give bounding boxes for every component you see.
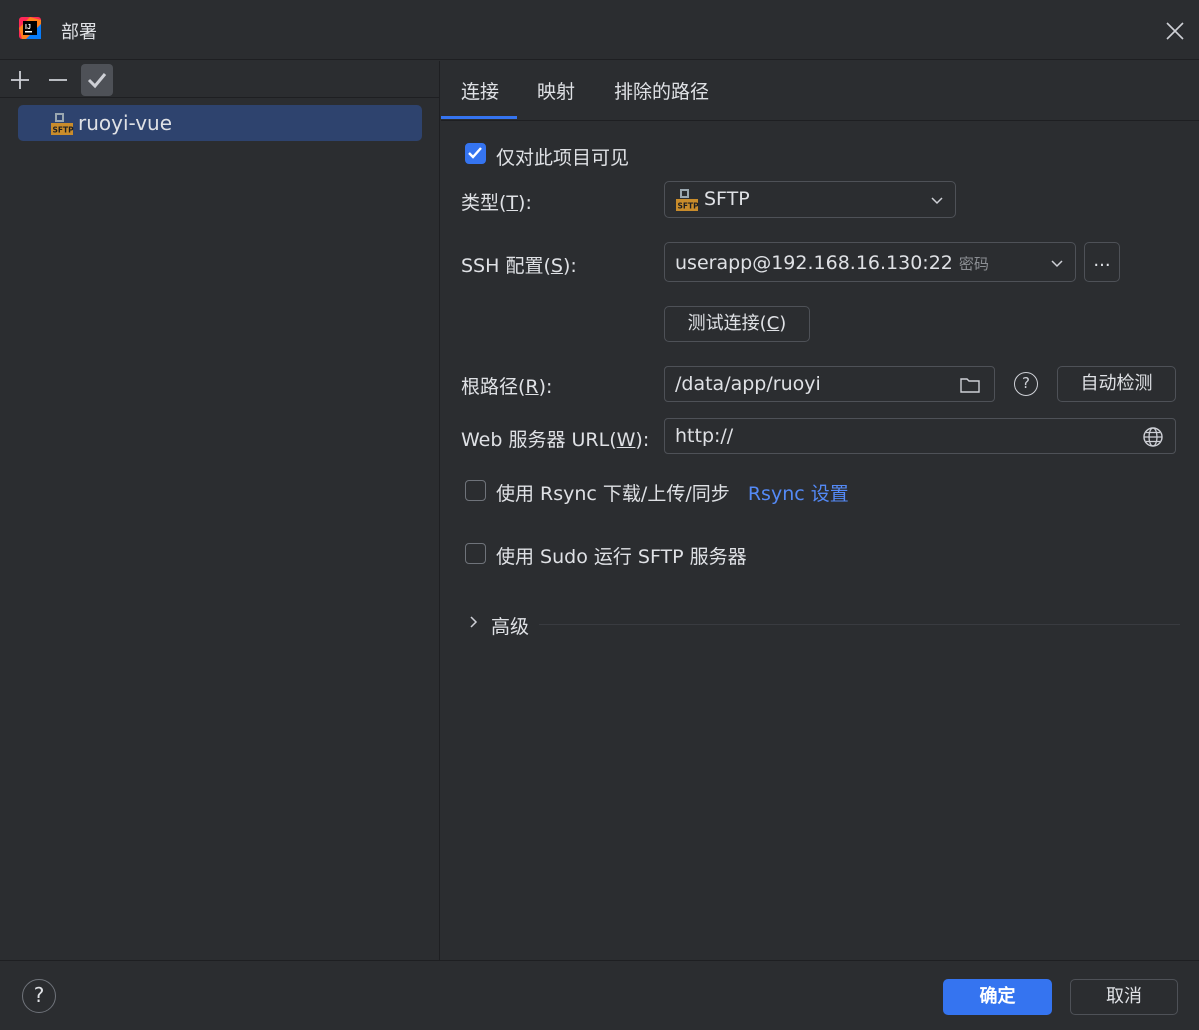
tab-connection[interactable]: 连接 <box>461 77 499 104</box>
type-dropdown[interactable]: SFTP SFTP <box>664 181 956 218</box>
visible-only-project-label: 仅对此项目可见 <box>496 147 630 169</box>
cancel-button[interactable]: 取消 <box>1070 979 1178 1015</box>
close-icon[interactable] <box>1162 18 1188 44</box>
rsync-settings-link[interactable]: Rsync 设置 <box>748 483 849 505</box>
advanced-divider <box>539 624 1180 625</box>
root-path-input[interactable]: /data/app/ruoyi <box>664 366 995 402</box>
use-rsync-label: 使用 Rsync 下载/上传/同步 Rsync 设置 <box>496 483 849 505</box>
svg-text:SFTP: SFTP <box>53 126 75 135</box>
autodetect-button[interactable]: 自动检测 <box>1057 366 1176 402</box>
visible-only-project-checkbox[interactable] <box>465 143 486 164</box>
ssh-config-dropdown[interactable]: userapp@192.168.16.130:22 密码 <box>664 242 1076 282</box>
remove-icon[interactable] <box>42 64 74 96</box>
help-icon[interactable]: ? <box>22 979 56 1013</box>
sftp-icon: SFTP <box>675 188 699 212</box>
server-list-item[interactable]: SFTP ruoyi-vue <box>18 105 422 141</box>
test-connection-button[interactable]: 测试连接(C) <box>664 306 810 342</box>
tab-excluded-paths[interactable]: 排除的路径 <box>614 77 709 104</box>
web-url-value: http:// <box>675 425 734 447</box>
ssh-config-label: SSH 配置(S): <box>461 255 577 277</box>
selected-tab-indicator <box>441 116 517 119</box>
advanced-section-label[interactable]: 高级 <box>491 612 529 639</box>
title-bar: IJ 部署 <box>0 0 1199 60</box>
svg-text:SFTP: SFTP <box>678 202 700 211</box>
sftp-icon: SFTP <box>50 112 74 136</box>
server-list-toolbar <box>0 61 440 98</box>
use-sudo-checkbox[interactable] <box>465 543 486 564</box>
server-settings-panel: 连接 映射 排除的路径 仅对此项目可见 类型(T): SFTP SFTP SSH… <box>441 61 1199 960</box>
server-list-panel: SFTP ruoyi-vue <box>0 61 440 960</box>
add-icon[interactable] <box>4 64 36 96</box>
use-sudo-label: 使用 Sudo 运行 SFTP 服务器 <box>496 546 747 568</box>
type-value: SFTP <box>704 188 750 210</box>
dialog-footer: ? 确定 取消 <box>0 960 1199 1030</box>
help-circle-icon[interactable]: ? <box>1014 372 1038 396</box>
server-name: ruoyi-vue <box>78 111 173 135</box>
globe-icon[interactable] <box>1141 425 1165 454</box>
svg-text:IJ: IJ <box>25 24 31 31</box>
root-path-value: /data/app/ruoyi <box>675 373 821 395</box>
web-url-label: Web 服务器 URL(W): <box>461 429 650 451</box>
set-default-check-icon[interactable] <box>81 64 113 96</box>
folder-icon[interactable] <box>958 373 982 402</box>
type-label: 类型(T): <box>461 192 532 214</box>
ok-button[interactable]: 确定 <box>943 979 1052 1015</box>
tab-mappings[interactable]: 映射 <box>537 77 575 104</box>
tab-bar: 连接 映射 排除的路径 <box>441 61 1199 121</box>
root-path-label: 根路径(R): <box>461 376 553 398</box>
use-rsync-checkbox[interactable] <box>465 480 486 501</box>
window-title: 部署 <box>61 22 97 43</box>
ssh-config-value: userapp@192.168.16.130:22 密码 <box>675 252 989 274</box>
ssh-config-more-button[interactable]: ... <box>1084 242 1120 282</box>
intellij-logo-icon: IJ <box>18 16 42 40</box>
chevron-down-icon <box>929 192 945 213</box>
chevron-right-icon[interactable] <box>465 614 481 635</box>
chevron-down-icon <box>1049 255 1065 276</box>
web-url-input[interactable]: http:// <box>664 418 1176 454</box>
